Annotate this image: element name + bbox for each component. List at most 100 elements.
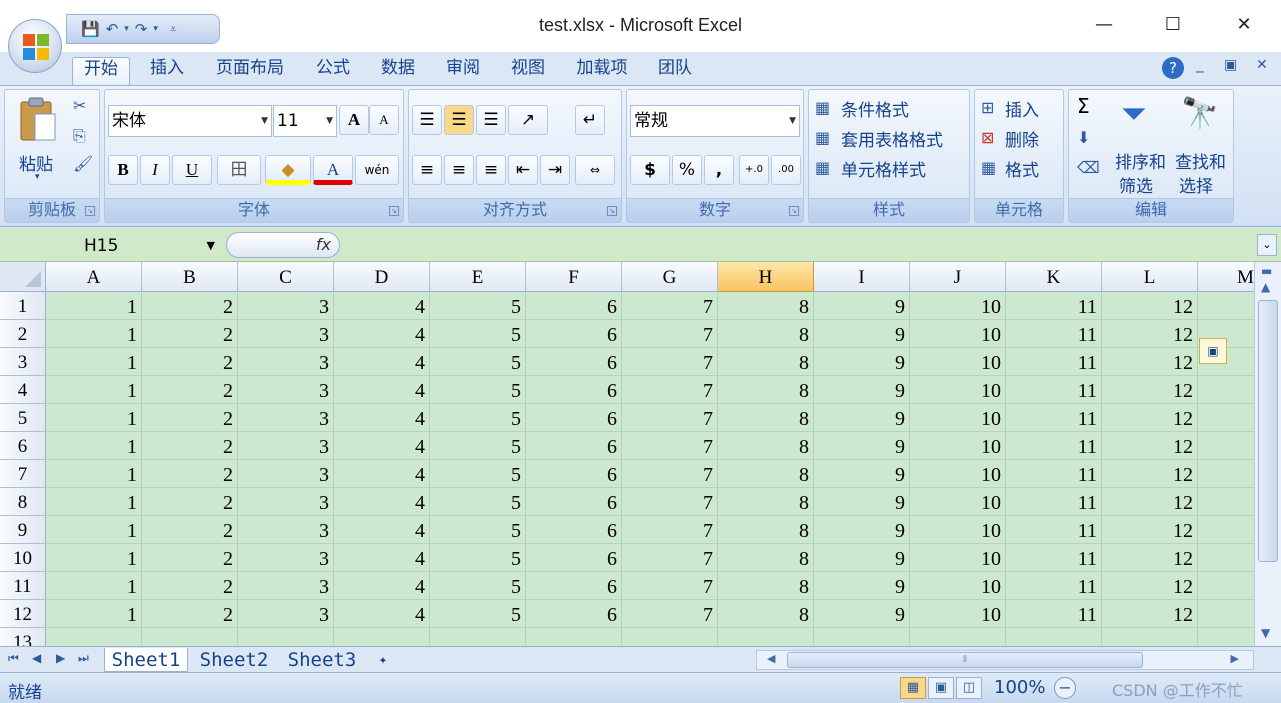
- cell-L12[interactable]: 12: [1102, 600, 1198, 628]
- cell-H5[interactable]: 8: [718, 404, 814, 432]
- redo-icon[interactable]: ↷: [135, 21, 148, 37]
- cell-C6[interactable]: 3: [238, 432, 334, 460]
- cell-K6[interactable]: 11: [1006, 432, 1102, 460]
- tab-team[interactable]: 团队: [648, 57, 702, 85]
- format-painter-icon[interactable]: 🖌: [73, 154, 93, 173]
- column-header[interactable]: B: [142, 262, 238, 292]
- row-header[interactable]: 9: [0, 516, 46, 544]
- cell-L4[interactable]: 12: [1102, 376, 1198, 404]
- cell-A6[interactable]: 1: [46, 432, 142, 460]
- cell-E10[interactable]: 5: [430, 544, 526, 572]
- row-header[interactable]: 8: [0, 488, 46, 516]
- column-header[interactable]: F: [526, 262, 622, 292]
- cell-H12[interactable]: 8: [718, 600, 814, 628]
- horizontal-scrollbar[interactable]: ◀ ⦀ ▶: [756, 650, 1254, 670]
- row-header[interactable]: 3: [0, 348, 46, 376]
- row-header[interactable]: 1: [0, 292, 46, 320]
- cell-D5[interactable]: 4: [334, 404, 430, 432]
- cell-E13[interactable]: [430, 628, 526, 646]
- decrease-indent-button[interactable]: ⇤: [508, 155, 538, 185]
- last-sheet-icon[interactable]: ⏭: [78, 651, 89, 666]
- cell-E4[interactable]: 5: [430, 376, 526, 404]
- sort-filter-label-2[interactable]: 筛选: [1119, 172, 1153, 197]
- cell-J12[interactable]: 10: [910, 600, 1006, 628]
- column-header[interactable]: M: [1198, 262, 1254, 292]
- cell-K7[interactable]: 11: [1006, 460, 1102, 488]
- tab-review[interactable]: 审阅: [436, 57, 490, 85]
- cell-E2[interactable]: 5: [430, 320, 526, 348]
- cell-C2[interactable]: 3: [238, 320, 334, 348]
- tab-view[interactable]: 视图: [501, 57, 555, 85]
- undo-icon[interactable]: ↶: [106, 21, 119, 37]
- cell-J11[interactable]: 10: [910, 572, 1006, 600]
- cell-J4[interactable]: 10: [910, 376, 1006, 404]
- align-top-button[interactable]: ☰: [412, 105, 442, 135]
- cell-G2[interactable]: 7: [622, 320, 718, 348]
- cell-L11[interactable]: 12: [1102, 572, 1198, 600]
- formula-input[interactable]: [342, 232, 1250, 260]
- delete-cells-button[interactable]: 删除: [1005, 126, 1039, 151]
- cell-M10[interactable]: [1198, 544, 1254, 572]
- redo-dropdown-icon[interactable]: ▾: [153, 24, 158, 34]
- cell-L5[interactable]: 12: [1102, 404, 1198, 432]
- cell-M8[interactable]: [1198, 488, 1254, 516]
- select-all-button[interactable]: [0, 262, 46, 292]
- customize-qat-icon[interactable]: ⩡: [164, 23, 177, 35]
- italic-button[interactable]: I: [140, 155, 170, 185]
- cell-F4[interactable]: 6: [526, 376, 622, 404]
- cell-G13[interactable]: [622, 628, 718, 646]
- cell-C4[interactable]: 3: [238, 376, 334, 404]
- cell-B3[interactable]: 2: [142, 348, 238, 376]
- save-icon[interactable]: 💾: [75, 21, 100, 37]
- row-header[interactable]: 7: [0, 460, 46, 488]
- cell-F10[interactable]: 6: [526, 544, 622, 572]
- cell-F12[interactable]: 6: [526, 600, 622, 628]
- cell-F7[interactable]: 6: [526, 460, 622, 488]
- undo-dropdown-icon[interactable]: ▾: [124, 24, 129, 34]
- cell-K3[interactable]: 11: [1006, 348, 1102, 376]
- font-size-combo[interactable]: 11 ▼: [273, 105, 337, 137]
- cell-H7[interactable]: 8: [718, 460, 814, 488]
- fill-color-button[interactable]: ◆: [265, 155, 311, 185]
- horizontal-scroll-thumb[interactable]: ⦀: [787, 652, 1143, 668]
- cell-K2[interactable]: 11: [1006, 320, 1102, 348]
- cell-A10[interactable]: 1: [46, 544, 142, 572]
- cell-C3[interactable]: 3: [238, 348, 334, 376]
- cell-B2[interactable]: 2: [142, 320, 238, 348]
- row-header[interactable]: 5: [0, 404, 46, 432]
- grow-font-button[interactable]: A: [339, 105, 369, 135]
- minimize-button[interactable]: —: [1084, 10, 1124, 40]
- wrap-text-button[interactable]: ↵: [575, 105, 605, 135]
- cell-G4[interactable]: 7: [622, 376, 718, 404]
- cell-H3[interactable]: 8: [718, 348, 814, 376]
- cell-D10[interactable]: 4: [334, 544, 430, 572]
- cell-F9[interactable]: 6: [526, 516, 622, 544]
- cell-K5[interactable]: 11: [1006, 404, 1102, 432]
- cell-H2[interactable]: 8: [718, 320, 814, 348]
- paste-dropdown-icon[interactable]: ▾: [35, 172, 40, 182]
- cell-I11[interactable]: 9: [814, 572, 910, 600]
- cell-B13[interactable]: [142, 628, 238, 646]
- merge-center-button[interactable]: ⇔: [575, 155, 615, 185]
- cell-K10[interactable]: 11: [1006, 544, 1102, 572]
- vertical-scroll-thumb[interactable]: [1258, 300, 1278, 562]
- cell-H9[interactable]: 8: [718, 516, 814, 544]
- zoom-level[interactable]: 100%: [994, 677, 1045, 698]
- orientation-button[interactable]: ↗: [508, 105, 548, 135]
- sheet-tab-1[interactable]: Sheet1: [104, 648, 188, 672]
- cell-K13[interactable]: [1006, 628, 1102, 646]
- font-launcher-icon[interactable]: ↘: [389, 206, 399, 216]
- cell-M13[interactable]: [1198, 628, 1254, 646]
- cell-A13[interactable]: [46, 628, 142, 646]
- insert-sheet-icon[interactable]: ✦: [368, 648, 398, 672]
- cell-M1[interactable]: [1198, 292, 1254, 320]
- row-header[interactable]: 13: [0, 628, 46, 646]
- column-header[interactable]: C: [238, 262, 334, 292]
- cell-L6[interactable]: 12: [1102, 432, 1198, 460]
- cell-B9[interactable]: 2: [142, 516, 238, 544]
- clipboard-launcher-icon[interactable]: ↘: [85, 206, 95, 216]
- tab-data[interactable]: 数据: [371, 57, 425, 85]
- cell-J6[interactable]: 10: [910, 432, 1006, 460]
- cell-D6[interactable]: 4: [334, 432, 430, 460]
- cell-M5[interactable]: [1198, 404, 1254, 432]
